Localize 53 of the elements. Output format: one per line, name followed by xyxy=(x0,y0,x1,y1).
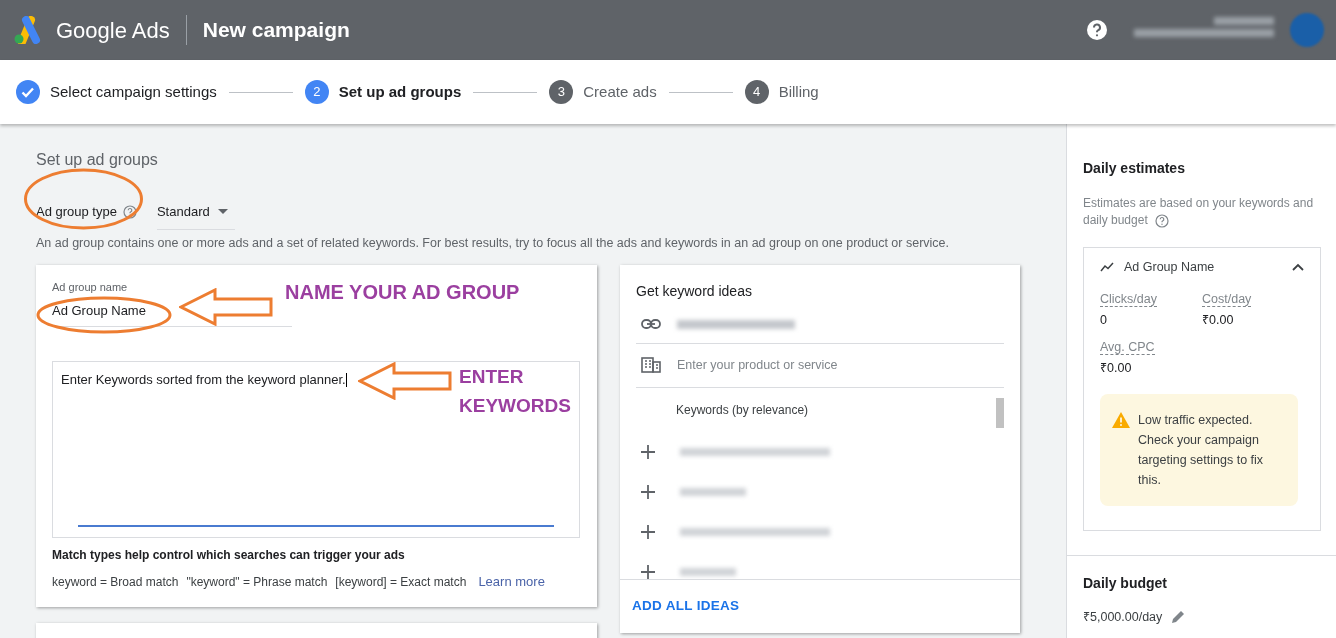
match-type-text: keyword = Broad match xyxy=(52,573,179,591)
metric-label: Clicks/day xyxy=(1100,292,1157,308)
step-number: 4 xyxy=(744,80,769,104)
learn-more-link[interactable]: Learn more xyxy=(478,571,545,592)
match-type-text: "keyword" = Phrase match xyxy=(186,573,328,591)
description-text: An ad group contains one or more ads and a set of related keywords. For best results, try to focus all the ads and keywords in an ad group on one product or service. xyxy=(36,235,950,252)
metric-label: Avg. CPC xyxy=(1100,340,1155,356)
metric-value: ₹0.00 xyxy=(1100,360,1132,378)
step-number: 2 xyxy=(304,80,329,104)
ad-group-type-dropdown[interactable]: Standard xyxy=(156,194,235,230)
step-label[interactable]: Billing xyxy=(778,80,819,104)
step-label[interactable]: Select campaign settings xyxy=(50,80,217,104)
add-all-ideas-button[interactable]: ADD ALL IDEAS xyxy=(632,596,740,617)
card-title: Get keyword ideas xyxy=(636,281,753,301)
product-name: Google Ads xyxy=(56,16,170,45)
trend-icon xyxy=(1100,262,1114,273)
panel-title: Daily budget xyxy=(1083,573,1168,593)
match-type-text: [keyword] = Exact match xyxy=(335,573,467,591)
metric-value: ₹0.00 xyxy=(1202,312,1234,330)
product-service-field[interactable]: Enter your product or service xyxy=(636,343,1004,388)
step-label[interactable]: Create ads xyxy=(583,80,657,104)
warning-box: Low traffic expected. Check your campaign targeting settings to fix this. xyxy=(1100,393,1298,506)
help-icon[interactable] xyxy=(1086,19,1108,41)
blurred-keyword-text xyxy=(680,567,736,576)
metric-value: 0 xyxy=(1100,312,1107,330)
plus-icon[interactable] xyxy=(640,563,656,579)
link-icon xyxy=(641,319,661,330)
keywords-text-area[interactable]: Enter Keywords sorted from the keyword planner. ENTER KEYWORDS xyxy=(52,360,580,538)
plus-icon[interactable] xyxy=(640,483,656,500)
edit-icon[interactable] xyxy=(1170,609,1187,626)
ad-group-header[interactable]: Ad Group Name xyxy=(1100,258,1304,277)
plus-icon[interactable] xyxy=(640,523,656,540)
warning-icon xyxy=(1112,411,1130,428)
estimates-note: Estimates are based on your keywords and daily budget xyxy=(1083,195,1315,230)
step-number: 3 xyxy=(549,80,574,104)
building-icon xyxy=(641,357,661,374)
budget-value: ₹5,000.00/day xyxy=(1083,608,1163,626)
list-header: Keywords (by relevance) xyxy=(676,401,809,419)
scrollbar[interactable] xyxy=(996,397,1004,428)
help-icon[interactable] xyxy=(122,205,137,219)
step-label[interactable]: Set up ad groups xyxy=(338,80,462,104)
plus-icon[interactable] xyxy=(640,443,656,460)
annotation-text: ENTER KEYWORDS xyxy=(459,364,572,418)
chevron-icon[interactable] xyxy=(1292,263,1304,272)
section-title: Set up ad groups xyxy=(36,150,159,170)
help-icon[interactable] xyxy=(1155,214,1170,229)
field-label: Ad group type xyxy=(36,203,117,222)
blurred-keyword-text xyxy=(680,487,746,496)
caret-icon xyxy=(217,209,228,214)
page-title: New campaign xyxy=(202,17,350,44)
match-types-title: Match types help control which searches can trigger your ads xyxy=(52,546,406,564)
metric-label: Cost/day xyxy=(1202,292,1252,308)
panel-title: Daily estimates xyxy=(1083,159,1186,178)
